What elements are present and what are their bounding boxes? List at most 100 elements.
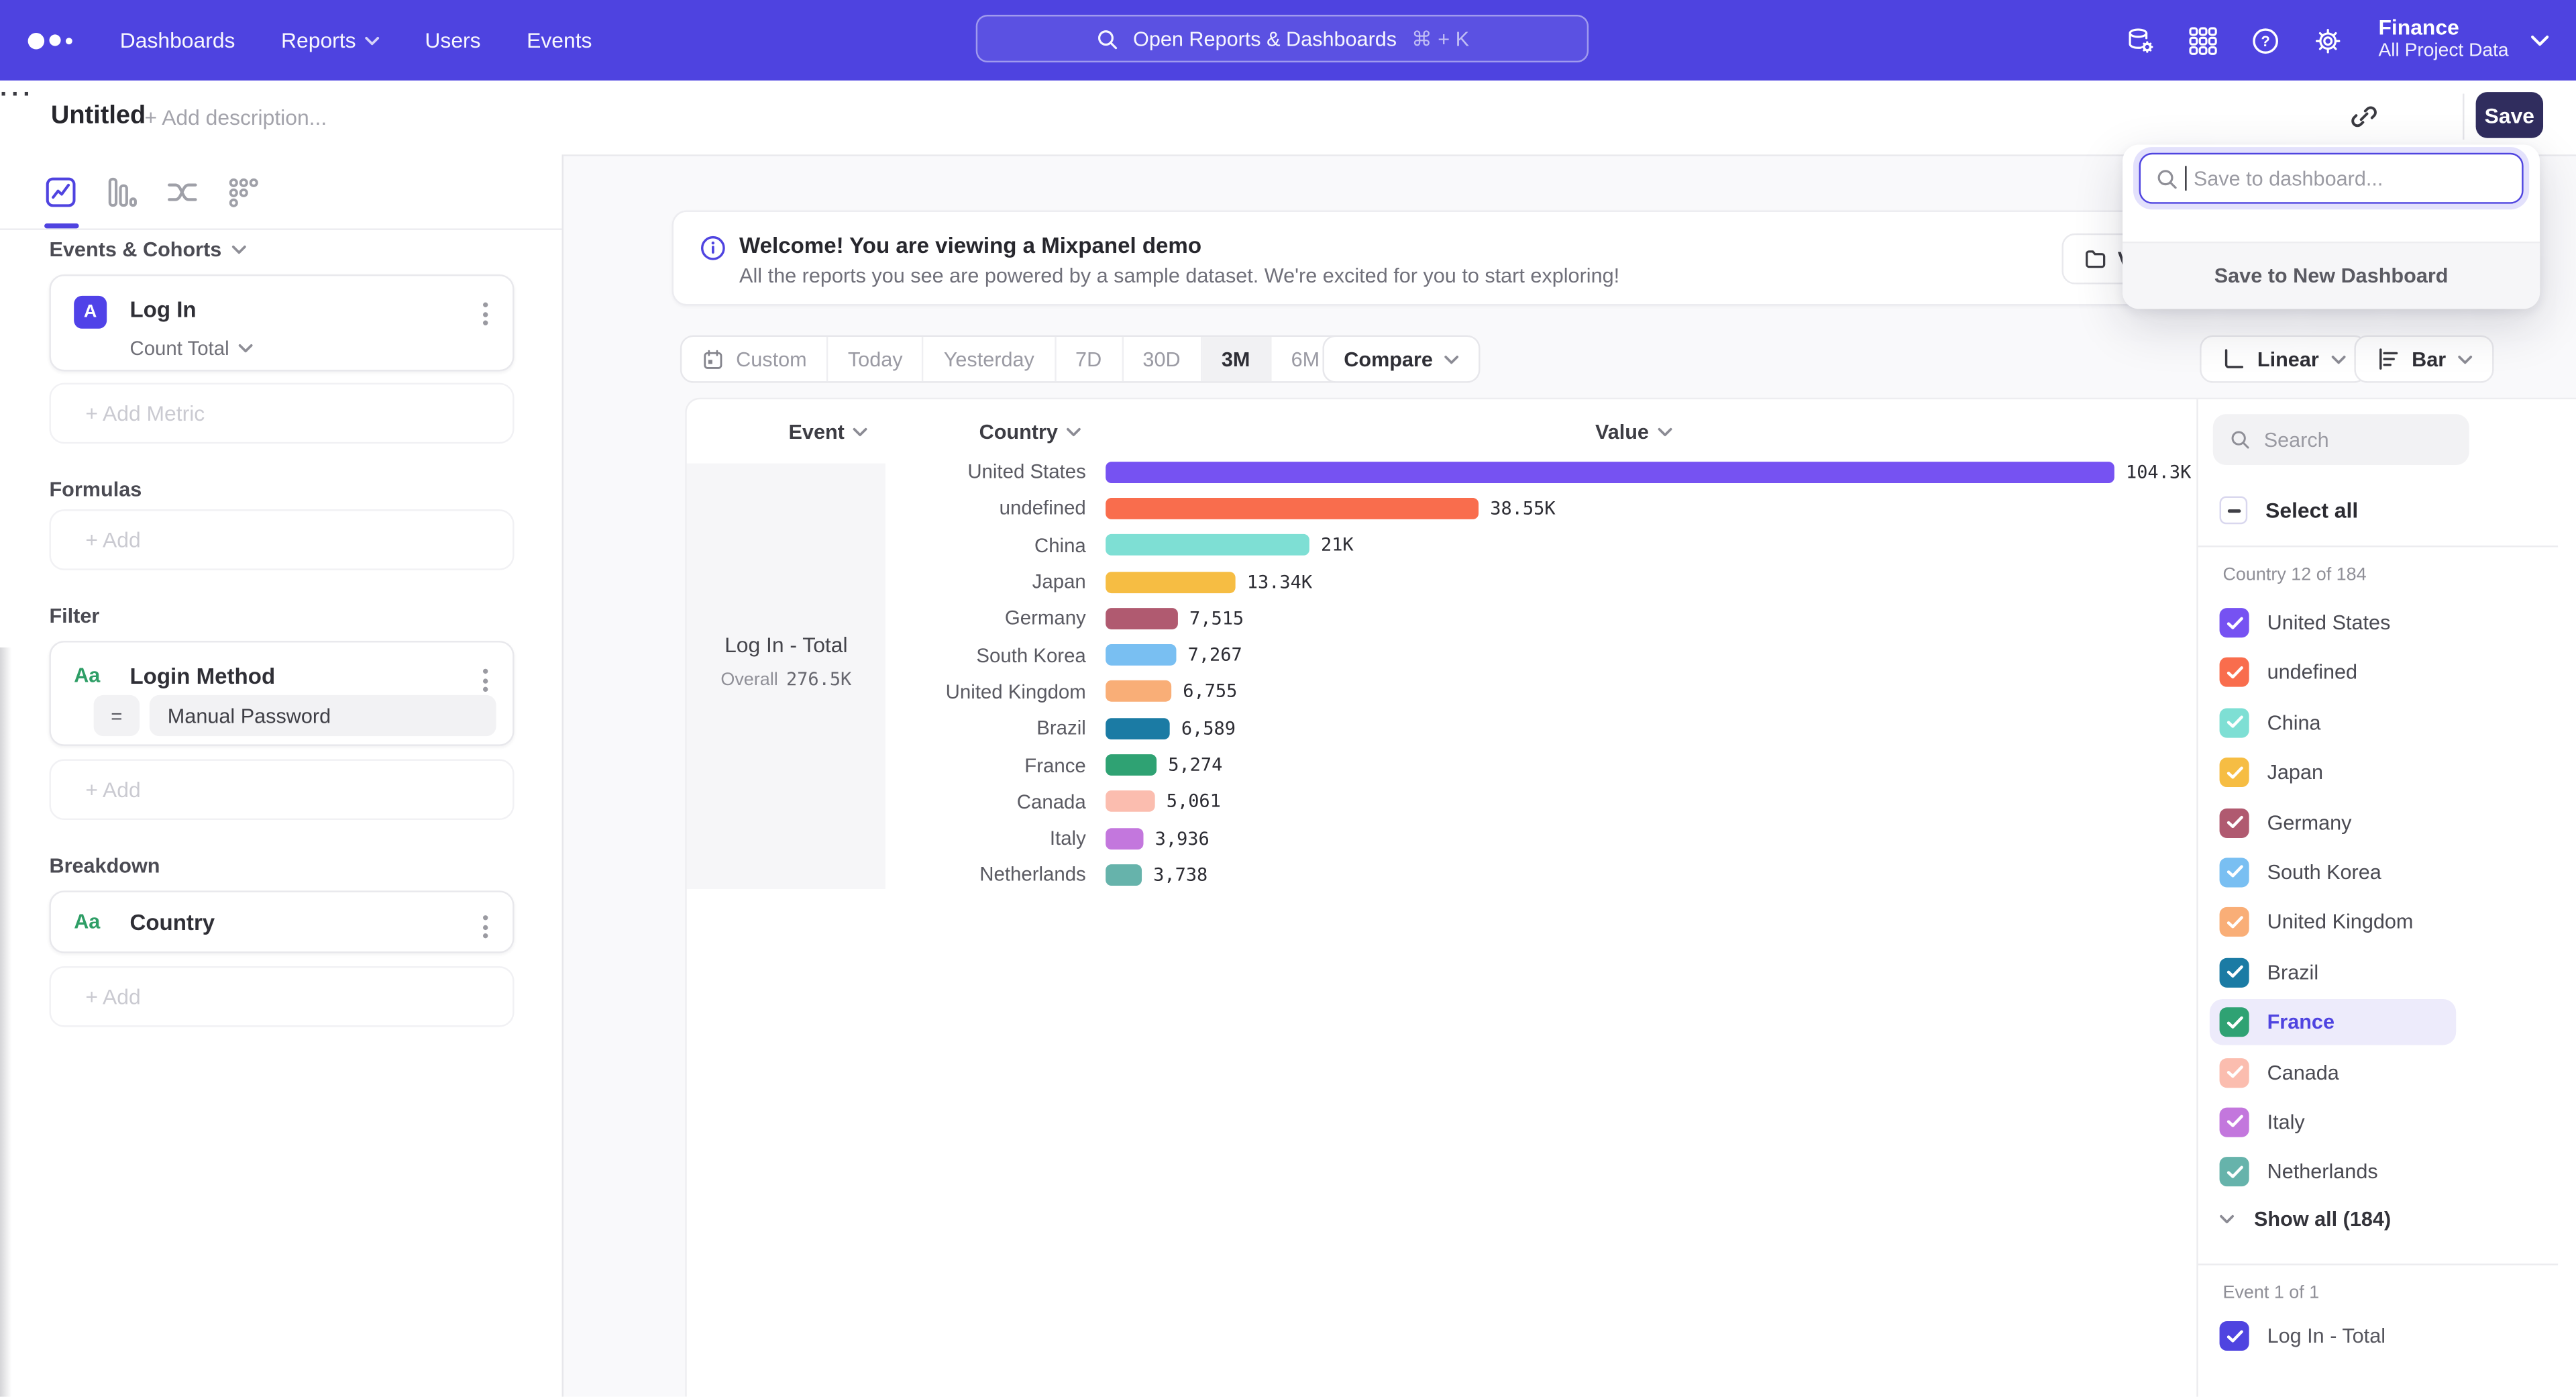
- add-breakdown-button[interactable]: + Add: [49, 966, 514, 1027]
- chart-type-button[interactable]: Bar: [2354, 335, 2493, 383]
- country-checkbox[interactable]: [2220, 908, 2249, 937]
- filter-value[interactable]: Manual Password: [150, 695, 496, 736]
- filter-card[interactable]: Aa Login Method = Manual Password: [49, 641, 514, 746]
- country-checkbox[interactable]: [2220, 808, 2249, 837]
- bar[interactable]: [1106, 571, 1235, 592]
- bar[interactable]: [1106, 681, 1171, 703]
- report-canvas: Welcome! You are viewing a Mixpanel demo…: [564, 154, 2576, 1396]
- country-item-japan[interactable]: Japan: [2210, 749, 2456, 796]
- metric-menu-button[interactable]: [480, 299, 491, 329]
- save-button[interactable]: Save: [2476, 92, 2543, 138]
- country-item-canada[interactable]: Canada: [2210, 1049, 2456, 1096]
- range-yesterday[interactable]: Yesterday: [924, 337, 1055, 381]
- tab-insights-icon[interactable]: [44, 175, 77, 208]
- bar[interactable]: [1106, 498, 1479, 519]
- show-all-toggle[interactable]: Show all (184): [2220, 1208, 2392, 1231]
- country-checkbox[interactable]: [2220, 608, 2249, 637]
- country-item-netherlands[interactable]: Netherlands: [2210, 1149, 2456, 1196]
- event-checkbox-row[interactable]: Log In - Total: [2220, 1321, 2385, 1351]
- bar[interactable]: [1106, 827, 1143, 849]
- column-header-value[interactable]: Value: [1595, 421, 1672, 444]
- bar[interactable]: [1106, 644, 1176, 666]
- data-management-icon[interactable]: [2125, 25, 2155, 55]
- project-switcher[interactable]: Finance All Project Data: [2378, 17, 2508, 64]
- column-header-country[interactable]: Country: [979, 421, 1081, 444]
- country-item-undefined[interactable]: undefined: [2210, 650, 2456, 696]
- more-options-button[interactable]: ···: [0, 81, 34, 109]
- bar[interactable]: [1106, 718, 1170, 739]
- select-all-checkbox[interactable]: Select all: [2220, 497, 2359, 525]
- report-title[interactable]: Untitled: [51, 102, 146, 132]
- compare-button[interactable]: Compare: [1322, 335, 1481, 383]
- bar[interactable]: [1106, 791, 1155, 813]
- bar[interactable]: [1106, 461, 2114, 482]
- help-icon[interactable]: ?: [2250, 25, 2279, 55]
- nav-item-events[interactable]: Events: [527, 28, 592, 53]
- bar[interactable]: [1106, 864, 1142, 886]
- country-checkbox[interactable]: [2220, 1008, 2249, 1037]
- chevron-down-icon[interactable]: [2530, 34, 2549, 47]
- sidebar-scroll-shadow: [0, 648, 11, 1397]
- tab-retention-icon[interactable]: [227, 175, 260, 208]
- range-7d[interactable]: 7D: [1056, 337, 1123, 381]
- scale-selector-button[interactable]: Linear: [2200, 335, 2367, 383]
- breakdown-card[interactable]: Aa Country: [49, 890, 514, 953]
- breakdown-property-name[interactable]: Country: [129, 911, 215, 935]
- country-checkbox[interactable]: [2220, 1157, 2249, 1187]
- country-checkbox[interactable]: [2220, 758, 2249, 787]
- country-checkbox[interactable]: [2220, 958, 2249, 987]
- country-checkbox[interactable]: [2220, 1107, 2249, 1137]
- range-30d[interactable]: 30D: [1123, 337, 1201, 381]
- nav-item-users[interactable]: Users: [425, 28, 480, 53]
- country-item-united-kingdom[interactable]: United Kingdom: [2210, 899, 2456, 945]
- country-item-china[interactable]: China: [2210, 700, 2456, 746]
- metric-event-name[interactable]: Log In: [129, 297, 196, 322]
- check-icon: [2225, 1165, 2243, 1180]
- save-dashboard-search-input[interactable]: Save to dashboard...: [2139, 153, 2524, 204]
- chart-row-brazil: Brazil6,589: [687, 710, 2197, 747]
- country-item-germany[interactable]: Germany: [2210, 800, 2456, 846]
- settings-gear-icon[interactable]: [2313, 25, 2343, 55]
- filter-property-name[interactable]: Login Method: [129, 664, 275, 688]
- save-to-new-dashboard-button[interactable]: Save to New Dashboard: [2123, 242, 2540, 309]
- tab-flows-icon[interactable]: [166, 175, 199, 208]
- add-filter-button[interactable]: + Add: [49, 759, 514, 820]
- filter-search-input[interactable]: Search: [2213, 414, 2469, 465]
- range-custom[interactable]: Custom: [682, 337, 828, 381]
- range-today[interactable]: Today: [828, 337, 924, 381]
- copy-link-icon[interactable]: [2349, 102, 2379, 132]
- chevron-down-icon: [1444, 354, 1459, 364]
- mixpanel-logo[interactable]: [28, 32, 72, 48]
- bar[interactable]: [1106, 534, 1309, 556]
- country-item-france[interactable]: France: [2210, 999, 2456, 1045]
- bar-chart-icon: [2375, 347, 2400, 372]
- country-checkbox[interactable]: [2220, 1057, 2249, 1087]
- global-search-button[interactable]: Open Reports & Dashboards ⌘ + K: [976, 15, 1589, 62]
- country-item-brazil[interactable]: Brazil: [2210, 949, 2456, 996]
- metric-aggregation[interactable]: Count Total: [129, 337, 252, 360]
- nav-item-reports[interactable]: Reports: [281, 28, 379, 53]
- add-metric-button[interactable]: + Add Metric: [49, 383, 514, 444]
- add-formula-button[interactable]: + Add: [49, 509, 514, 570]
- nav-item-dashboards[interactable]: Dashboards: [120, 28, 235, 53]
- apps-grid-icon[interactable]: [2188, 25, 2217, 55]
- country-item-south-korea[interactable]: South Korea: [2210, 849, 2456, 896]
- check-icon: [2225, 815, 2243, 830]
- filter-menu-button[interactable]: [480, 666, 491, 696]
- column-header-event[interactable]: Event: [789, 421, 868, 444]
- country-checkbox[interactable]: [2220, 708, 2249, 737]
- country-item-italy[interactable]: Italy: [2210, 1099, 2456, 1145]
- country-checkbox[interactable]: [2220, 658, 2249, 688]
- metric-card[interactable]: A Log In Count Total: [49, 274, 514, 371]
- events-cohorts-header[interactable]: Events & Cohorts: [49, 238, 246, 261]
- bar[interactable]: [1106, 608, 1178, 629]
- filter-operator[interactable]: =: [94, 695, 140, 736]
- chevron-down-icon: [1066, 427, 1081, 437]
- bar[interactable]: [1106, 754, 1157, 776]
- add-description-field[interactable]: + Add description...: [145, 105, 327, 130]
- range-3m[interactable]: 3M: [1201, 337, 1271, 381]
- country-item-united-states[interactable]: United States: [2210, 600, 2456, 646]
- country-checkbox[interactable]: [2220, 858, 2249, 887]
- tab-funnels-icon[interactable]: [105, 175, 138, 208]
- breakdown-menu-button[interactable]: [480, 912, 491, 942]
